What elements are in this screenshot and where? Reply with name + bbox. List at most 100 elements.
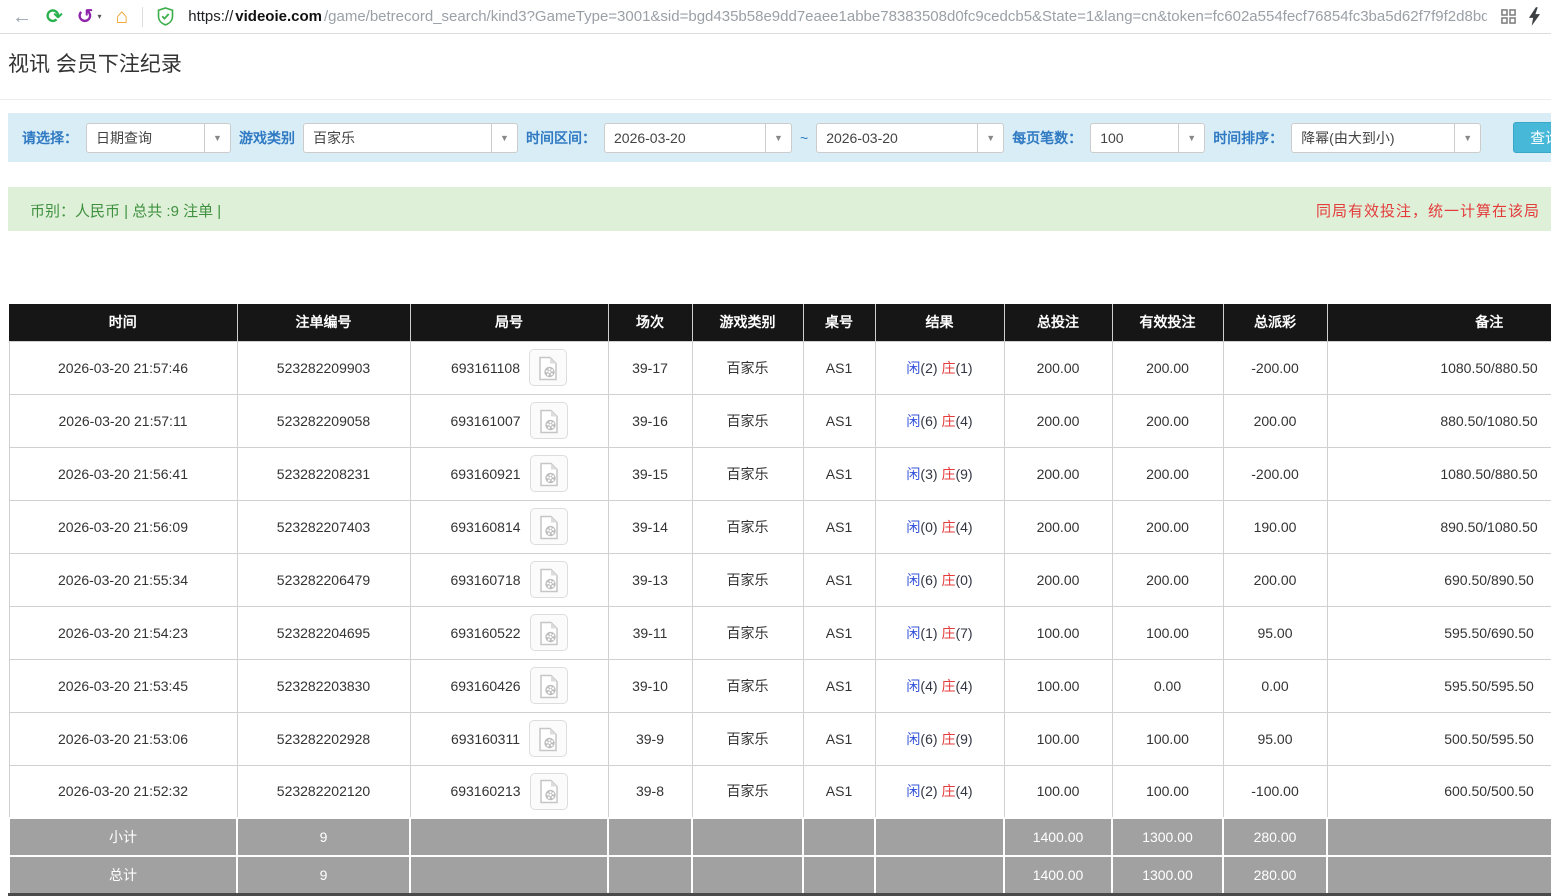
- cell-session: 39-10: [608, 659, 692, 712]
- cell-round-number: 693160311: [410, 712, 608, 765]
- sort-select[interactable]: 降幂(由大到小) ▼: [1291, 123, 1481, 153]
- cell-game-type: 百家乐: [692, 500, 803, 553]
- cell-total-bet[interactable]: 100.00: [1004, 606, 1112, 659]
- cell-valid-bet: 200.00: [1112, 341, 1223, 394]
- video-file-icon: [537, 740, 559, 755]
- lightning-icon[interactable]: [1528, 7, 1541, 26]
- footer-empty: [803, 818, 875, 856]
- page-size-select[interactable]: 100 ▼: [1090, 123, 1205, 153]
- subtotal-row: 小计91400.001300.00280.00: [9, 818, 1551, 856]
- player-result-label: 闲: [906, 625, 920, 641]
- player-result-score: (6): [920, 731, 937, 747]
- url-path: /game/betrecord_search/kind3?GameType=30…: [324, 8, 1487, 25]
- cell-session: 39-15: [608, 447, 692, 500]
- footer-count: 9: [237, 818, 410, 856]
- cell-total-bet[interactable]: 200.00: [1004, 500, 1112, 553]
- video-replay-button[interactable]: [529, 720, 567, 757]
- player-result-score: (0): [920, 519, 937, 535]
- cell-round-number: 693160814: [410, 500, 608, 553]
- cell-total-bet[interactable]: 200.00: [1004, 341, 1112, 394]
- player-result-label: 闲: [906, 466, 920, 482]
- cell-bet-number: 523282202928: [237, 712, 410, 765]
- cell-total-bet[interactable]: 200.00: [1004, 553, 1112, 606]
- table-row: 2026-03-20 21:56:09523282207403693160814…: [9, 500, 1551, 553]
- video-file-icon: [538, 475, 560, 490]
- banker-result-label: 庄: [941, 519, 955, 535]
- valid-bet-notice: 同局有效投注，统一计算在该局: [1316, 200, 1540, 221]
- cell-table-number: AS1: [803, 659, 875, 712]
- player-result-label: 闲: [906, 572, 920, 588]
- qr-code-icon[interactable]: [1501, 9, 1516, 24]
- cell-total-bet[interactable]: 100.00: [1004, 765, 1112, 818]
- browser-toolbar: ← ⟳ ↺ ▾ ⌂ https://videoie.com/game/betre…: [0, 0, 1551, 34]
- refresh-icon[interactable]: ⟳: [46, 7, 63, 27]
- cell-remark: 890.50/1080.50: [1327, 500, 1551, 553]
- table-row: 2026-03-20 21:54:23523282204695693160522…: [9, 606, 1551, 659]
- cell-valid-bet: 200.00: [1112, 447, 1223, 500]
- cell-time: 2026-03-20 21:56:41: [9, 447, 237, 500]
- cell-total-bet[interactable]: 200.00: [1004, 447, 1112, 500]
- footer-payout: 280.00: [1223, 818, 1327, 856]
- cell-payout: -200.00: [1223, 447, 1327, 500]
- video-replay-button[interactable]: [530, 455, 568, 492]
- video-replay-button[interactable]: [530, 773, 568, 810]
- banker-result-score: (9): [955, 466, 972, 482]
- footer-payout: 280.00: [1223, 856, 1327, 894]
- cell-result: 闲(1) 庄(7): [875, 606, 1004, 659]
- cell-time: 2026-03-20 21:53:06: [9, 712, 237, 765]
- date-to-select[interactable]: 2026-03-20 ▼: [816, 123, 1004, 153]
- search-button[interactable]: 查询: [1513, 122, 1551, 153]
- undo-dropdown-caret-icon[interactable]: ▾: [98, 12, 102, 21]
- player-result-score: (3): [920, 466, 937, 482]
- video-file-icon: [537, 369, 559, 384]
- cell-result: 闲(6) 庄(4): [875, 394, 1004, 447]
- video-replay-button[interactable]: [530, 402, 568, 439]
- range-separator: ~: [800, 130, 808, 146]
- cell-session: 39-8: [608, 765, 692, 818]
- security-shield-icon[interactable]: [157, 7, 174, 26]
- round-number: 693161007: [450, 413, 520, 429]
- footer-empty: [875, 856, 1004, 894]
- video-file-icon: [538, 687, 560, 702]
- cell-result: 闲(2) 庄(4): [875, 765, 1004, 818]
- footer-label: 总计: [9, 856, 237, 894]
- video-file-icon: [538, 528, 560, 543]
- footer-valid-bet: 1300.00: [1112, 818, 1223, 856]
- sort-label: 时间排序：: [1213, 128, 1283, 148]
- video-replay-button[interactable]: [530, 508, 568, 545]
- home-icon[interactable]: ⌂: [116, 6, 129, 27]
- date-from-select[interactable]: 2026-03-20 ▼: [604, 123, 792, 153]
- footer-empty: [608, 818, 692, 856]
- footer-label: 小计: [9, 818, 237, 856]
- date-mode-select[interactable]: 日期查询 ▼: [86, 123, 231, 153]
- video-file-icon: [538, 792, 560, 807]
- game-type-select[interactable]: 百家乐 ▼: [303, 123, 518, 153]
- video-replay-button[interactable]: [530, 561, 568, 598]
- banker-result-score: (4): [955, 678, 972, 694]
- cell-result: 闲(0) 庄(4): [875, 500, 1004, 553]
- round-number: 693161108: [451, 360, 520, 376]
- cell-total-bet[interactable]: 100.00: [1004, 712, 1112, 765]
- cell-payout: 0.00: [1223, 659, 1327, 712]
- cell-bet-number: 523282209058: [237, 394, 410, 447]
- table-row: 2026-03-20 21:53:06523282202928693160311…: [9, 712, 1551, 765]
- cell-game-type: 百家乐: [692, 606, 803, 659]
- video-replay-button[interactable]: [530, 614, 568, 651]
- cell-result: 闲(2) 庄(1): [875, 341, 1004, 394]
- cell-remark: 880.50/1080.50: [1327, 394, 1551, 447]
- page-title: 视讯 会员下注纪录: [0, 48, 1551, 100]
- cell-total-bet[interactable]: 200.00: [1004, 394, 1112, 447]
- video-replay-button[interactable]: [529, 349, 567, 386]
- cell-total-bet[interactable]: 100.00: [1004, 659, 1112, 712]
- banker-result-label: 庄: [941, 413, 955, 429]
- col-header-table-number: 桌号: [803, 304, 875, 341]
- url-bar[interactable]: https://videoie.com/game/betrecord_searc…: [188, 8, 1487, 25]
- footer-empty: [803, 856, 875, 894]
- cell-valid-bet: 100.00: [1112, 765, 1223, 818]
- cell-payout: 200.00: [1223, 394, 1327, 447]
- back-icon[interactable]: ←: [12, 7, 32, 27]
- chevron-down-icon: ▼: [491, 124, 517, 152]
- undo-icon[interactable]: ↺: [77, 7, 94, 27]
- video-replay-button[interactable]: [530, 667, 568, 704]
- cell-round-number: 693161108: [410, 341, 608, 394]
